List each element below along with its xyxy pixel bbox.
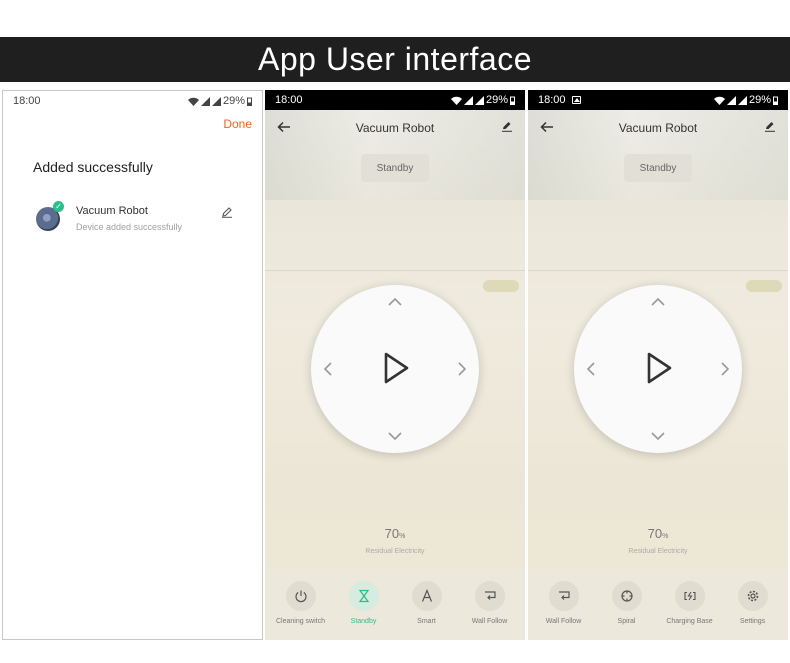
status-bar: 18:00 29% — [3, 91, 262, 111]
status-indicators: 29% — [187, 95, 252, 107]
status-badge: Standby — [624, 154, 692, 182]
bottom-action-bar: Cleaning switch Standby Smart Wall Follo… — [265, 568, 525, 640]
battery-icon — [510, 96, 515, 105]
status-time: 18:00 — [275, 94, 303, 106]
charging-base-label: Charging Base — [666, 618, 713, 625]
play-icon[interactable] — [381, 351, 411, 385]
battery-icon — [247, 97, 252, 106]
status-left: 18:00 — [538, 94, 581, 106]
spiral-button[interactable]: Spiral — [597, 568, 657, 640]
settings-label: Settings — [739, 618, 766, 625]
status-battery: 29% — [748, 94, 771, 106]
page-title: Vacuum Robot — [355, 121, 435, 135]
hourglass-icon — [358, 589, 369, 603]
spiral-icon — [620, 590, 633, 602]
done-button[interactable]: Done — [223, 117, 252, 131]
page-title: Added successfully — [33, 159, 153, 175]
arrow-up-icon[interactable] — [649, 293, 667, 311]
spiral-label: Spiral — [617, 618, 636, 625]
battery-unit: % — [662, 533, 669, 540]
banner-title: App User interface — [0, 37, 790, 82]
arrow-left-icon[interactable] — [582, 360, 600, 378]
battery-label: Residual Electricity — [365, 548, 425, 555]
standby-label: Standby — [350, 618, 377, 625]
status-bar: 18:00 29% — [528, 90, 788, 110]
cleaning-switch-button[interactable]: Cleaning switch — [271, 568, 331, 640]
top-bar: Vacuum Robot — [528, 110, 788, 146]
signal-icon — [200, 96, 210, 106]
check-icon: ✓ — [53, 201, 64, 212]
edit-icon[interactable] — [764, 120, 776, 132]
battery-level: 70% — [265, 526, 525, 541]
settings-button[interactable]: Settings — [723, 568, 783, 640]
wall-follow-button[interactable]: Wall Follow — [534, 568, 594, 640]
top-bar: Vacuum Robot — [265, 110, 525, 146]
device-name: Vacuum Robot — [76, 205, 148, 217]
smart-button[interactable]: Smart — [397, 568, 457, 640]
signal-icon-2 — [474, 95, 484, 105]
wall-follow-icon — [484, 591, 496, 600]
edit-icon[interactable] — [501, 120, 513, 132]
status-battery: 29% — [485, 94, 508, 106]
arrow-right-icon[interactable] — [453, 360, 471, 378]
signal-icon-2 — [211, 96, 221, 106]
wifi-icon — [187, 97, 199, 106]
device-subtitle: Device added successfully — [76, 222, 183, 232]
bottom-action-bar: Wall Follow Spiral Charging Base Setting… — [528, 568, 788, 640]
status-bar: 18:00 29% — [265, 90, 525, 110]
battery-value: 70 — [647, 526, 663, 541]
wall-follow-button[interactable]: Wall Follow — [460, 568, 520, 640]
direction-pad — [311, 285, 479, 453]
signal-icon-2 — [737, 95, 747, 105]
charging-base-icon — [683, 591, 696, 601]
battery-value: 70 — [384, 526, 400, 541]
wifi-icon — [450, 96, 462, 105]
standby-button[interactable]: Standby — [334, 568, 394, 640]
back-arrow-icon[interactable] — [277, 120, 291, 134]
wall-follow-icon — [558, 591, 570, 600]
status-battery: 29% — [222, 95, 245, 107]
play-icon[interactable] — [644, 351, 674, 385]
arrow-right-icon[interactable] — [716, 360, 734, 378]
edit-icon[interactable] — [221, 206, 233, 218]
page-title: Vacuum Robot — [618, 121, 698, 135]
phone-control-screen-1: 18:00 29% Vacuum Robot Standby 70% Resid… — [265, 90, 525, 640]
charging-base-button[interactable]: Charging Base — [660, 568, 720, 640]
power-icon — [294, 590, 307, 603]
status-indicators: 29% — [450, 94, 515, 106]
smart-label: Smart — [417, 618, 436, 625]
image-notification-icon — [571, 96, 581, 104]
signal-icon — [463, 95, 473, 105]
wall-follow-label: Wall Follow — [471, 618, 508, 625]
arrow-down-icon[interactable] — [386, 427, 404, 445]
status-time: 18:00 — [538, 94, 566, 106]
status-badge: Standby — [361, 154, 429, 182]
arrow-left-icon[interactable] — [319, 360, 337, 378]
cleaning-switch-label: Cleaning switch — [275, 618, 326, 625]
back-arrow-icon[interactable] — [540, 120, 554, 134]
battery-label: Residual Electricity — [628, 548, 688, 555]
signal-icon — [726, 95, 736, 105]
battery-unit: % — [399, 533, 406, 540]
battery-icon — [773, 96, 778, 105]
wall-follow-label: Wall Follow — [545, 618, 582, 625]
arrow-down-icon[interactable] — [649, 427, 667, 445]
device-row[interactable]: ✓ Vacuum Robot Device added successfully — [33, 201, 238, 243]
arrow-up-icon[interactable] — [386, 293, 404, 311]
smart-icon — [421, 589, 432, 602]
direction-pad — [574, 285, 742, 453]
phone-control-screen-2: 18:00 29% Vacuum Robot Standby 70% Resid… — [528, 90, 788, 640]
status-time: 18:00 — [13, 95, 41, 107]
gear-icon — [747, 590, 758, 602]
status-indicators: 29% — [713, 94, 778, 106]
battery-level: 70% — [528, 526, 788, 541]
phone-added-screen: 18:00 29% Done Added successfully ✓ Vacu… — [2, 90, 263, 640]
wifi-icon — [713, 96, 725, 105]
